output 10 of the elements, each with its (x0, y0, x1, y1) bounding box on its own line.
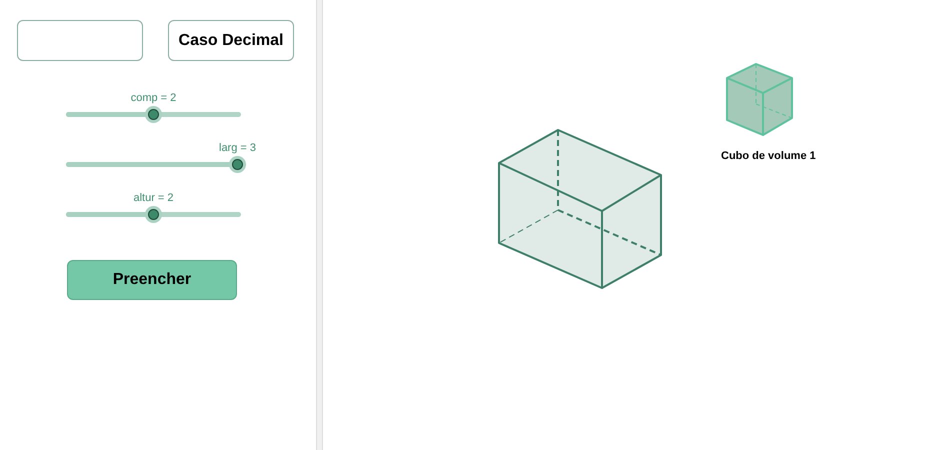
slider-label: altur = 2 (133, 191, 174, 206)
slider-thumb[interactable] (229, 156, 246, 173)
input-field[interactable] (17, 20, 143, 61)
slider-label: comp = 2 (130, 91, 176, 106)
slider-thumb[interactable] (145, 106, 162, 123)
fill-button[interactable]: Preencher (67, 260, 237, 300)
cube-caption: Cubo de volume 1 (721, 149, 816, 164)
slider-label: larg = 3 (219, 141, 256, 156)
decimal-button[interactable]: Caso Decimal (168, 20, 294, 61)
slider-thumb[interactable] (145, 206, 162, 223)
